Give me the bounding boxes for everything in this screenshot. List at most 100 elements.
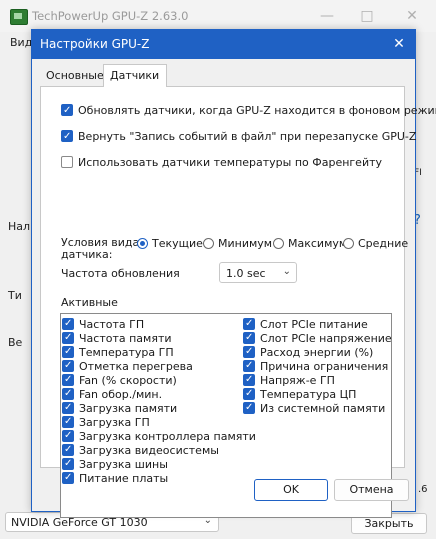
- gpuz-app-icon: [10, 9, 28, 25]
- sensor-label: Слот PCIe напряжение: [260, 332, 392, 345]
- checkbox-checked-icon[interactable]: [62, 415, 74, 429]
- sensor-label: Загрузка шины: [79, 458, 168, 471]
- minimize-icon[interactable]: —: [317, 6, 337, 26]
- checkbox-checked-icon[interactable]: [62, 317, 74, 331]
- checkbox-checked-icon[interactable]: [243, 401, 255, 415]
- sensor-item[interactable]: Fan (% скорости): [62, 373, 177, 388]
- main-window-title: TechPowerUp GPU-Z 2.63.0: [32, 9, 189, 23]
- sensor-item[interactable]: Отметка перегрева: [62, 359, 193, 374]
- sensor-item[interactable]: Причина ограничения: [243, 359, 389, 374]
- sensor-item[interactable]: Загрузка шины: [62, 457, 168, 472]
- checkbox-unchecked-icon[interactable]: [61, 156, 73, 168]
- checkbox-checked-icon[interactable]: [243, 345, 255, 359]
- sensor-item[interactable]: Из системной памяти: [243, 401, 386, 416]
- checkbox-checked-icon[interactable]: [243, 373, 255, 387]
- checkbox-checked-icon[interactable]: [62, 457, 74, 471]
- option-label: Вернуть "Запись событий в файл" при пере…: [78, 130, 417, 143]
- radio-selected-icon[interactable]: [137, 238, 148, 249]
- radio-maximum[interactable]: Максимум: [273, 237, 347, 251]
- tab-sensors[interactable]: Датчики: [103, 64, 167, 87]
- cancel-button[interactable]: Отмена: [334, 479, 409, 501]
- sensors-panel: Обновлять датчики, когда GPU-Z находится…: [40, 86, 436, 518]
- radio-minimum[interactable]: Минимум: [203, 237, 272, 251]
- radio-label: Минимум: [218, 237, 273, 250]
- sensor-label: Fan обор./мин.: [79, 388, 163, 401]
- sensor-label: Загрузка памяти: [79, 402, 178, 415]
- radio-average[interactable]: Средние: [343, 237, 408, 251]
- close-icon[interactable]: ✕: [402, 6, 422, 26]
- sensor-label: Из системной памяти: [260, 402, 386, 415]
- sensor-label: Отметка перегрева: [79, 360, 193, 373]
- dialog-titlebar: Настройки GPU-Z ✕: [32, 30, 415, 59]
- option-label: Обновлять датчики, когда GPU-Z находится…: [78, 104, 436, 117]
- radio-label: Средние: [358, 237, 409, 250]
- sensor-label: Температура ЦП: [260, 388, 357, 401]
- checkbox-checked-icon[interactable]: [62, 429, 74, 443]
- sensor-label: Причина ограничения: [260, 360, 389, 373]
- sensor-item[interactable]: Загрузка видеосистемы: [62, 443, 219, 458]
- sensor-item[interactable]: Температура ГП: [62, 345, 174, 360]
- checkbox-checked-icon[interactable]: [61, 129, 73, 144]
- option-restore-logging[interactable]: Вернуть "Запись событий в файл" при пере…: [61, 129, 416, 144]
- sensor-item[interactable]: Загрузка контроллера памяти: [62, 429, 256, 444]
- sensor-item[interactable]: Fan обор./мин.: [62, 387, 163, 402]
- sensor-label: Питание платы: [79, 472, 169, 485]
- radio-unselected-icon[interactable]: [343, 238, 354, 249]
- sensor-item[interactable]: Загрузка ГП: [62, 415, 150, 430]
- ok-button[interactable]: OK: [254, 479, 328, 501]
- dialog-close-icon[interactable]: ✕: [389, 33, 409, 55]
- radio-unselected-icon[interactable]: [203, 238, 214, 249]
- checkbox-checked-icon[interactable]: [243, 331, 255, 345]
- sensor-item[interactable]: Слот PCIe напряжение: [243, 331, 392, 346]
- option-label: Использовать датчики температуры по Фаре…: [78, 156, 383, 169]
- sensor-label: Загрузка видеосистемы: [79, 444, 219, 457]
- sensor-label: Температура ГП: [79, 346, 174, 359]
- main-label-fragment-3: Ве: [8, 336, 23, 349]
- main-label-fragment-2: Ти: [8, 289, 22, 302]
- main-right-bottom-fragment: .6: [418, 484, 428, 495]
- refresh-rate-label: Частота обновления: [61, 267, 180, 280]
- option-fahrenheit[interactable]: Использовать датчики температуры по Фаре…: [61, 155, 382, 170]
- sensor-label: Частота памяти: [79, 332, 172, 345]
- tab-general[interactable]: Основные: [40, 66, 104, 86]
- active-sensors-label: Активные: [61, 296, 118, 309]
- radio-label: Максимум: [288, 237, 348, 250]
- view-mode-label: Условия вида датчика:: [61, 236, 140, 261]
- checkbox-checked-icon[interactable]: [62, 331, 74, 345]
- sensor-label: Напряж-е ГП: [260, 374, 335, 387]
- checkbox-checked-icon[interactable]: [243, 387, 255, 401]
- chevron-down-icon: ⌄: [282, 266, 291, 277]
- dialog-title: Настройки GPU-Z: [40, 37, 150, 51]
- sensor-item[interactable]: Частота ГП: [62, 317, 144, 332]
- sensor-label: Загрузка контроллера памяти: [79, 430, 256, 443]
- checkbox-checked-icon[interactable]: [62, 443, 74, 457]
- checkbox-checked-icon[interactable]: [61, 103, 73, 118]
- radio-unselected-icon[interactable]: [273, 238, 284, 249]
- main-label-fragment-1: Нал: [8, 220, 31, 233]
- sensor-item[interactable]: Загрузка памяти: [62, 401, 178, 416]
- main-titlebar: TechPowerUp GPU-Z 2.63.0 — □ ✕: [0, 0, 436, 32]
- sensor-item[interactable]: Частота памяти: [62, 331, 172, 346]
- sensor-item[interactable]: Напряж-е ГП: [243, 373, 335, 388]
- sensor-label: Расход энергии (%): [260, 346, 374, 359]
- checkbox-checked-icon[interactable]: [62, 401, 74, 415]
- sensor-item[interactable]: Слот PCIe питание: [243, 317, 368, 332]
- sensor-item[interactable]: Температура ЦП: [243, 387, 357, 402]
- sensor-item[interactable]: Расход энергии (%): [243, 345, 374, 360]
- checkbox-checked-icon[interactable]: [62, 345, 74, 359]
- checkbox-checked-icon[interactable]: [62, 359, 74, 373]
- refresh-rate-value: 1.0 sec: [226, 267, 266, 280]
- maximize-icon[interactable]: □: [357, 6, 377, 26]
- checkbox-checked-icon[interactable]: [62, 471, 74, 485]
- sensor-item[interactable]: Питание платы: [62, 471, 169, 486]
- radio-current[interactable]: Текущие: [137, 237, 203, 251]
- radio-label: Текущие: [152, 237, 203, 250]
- checkbox-checked-icon[interactable]: [62, 373, 74, 387]
- sensor-label: Fan (% скорости): [79, 374, 177, 387]
- checkbox-checked-icon[interactable]: [62, 387, 74, 401]
- checkbox-checked-icon[interactable]: [243, 317, 255, 331]
- main-tab-fragment[interactable]: Вид: [10, 36, 32, 49]
- refresh-rate-select[interactable]: 1.0 sec ⌄: [219, 262, 297, 283]
- checkbox-checked-icon[interactable]: [243, 359, 255, 373]
- option-background-update[interactable]: Обновлять датчики, когда GPU-Z находится…: [61, 103, 436, 118]
